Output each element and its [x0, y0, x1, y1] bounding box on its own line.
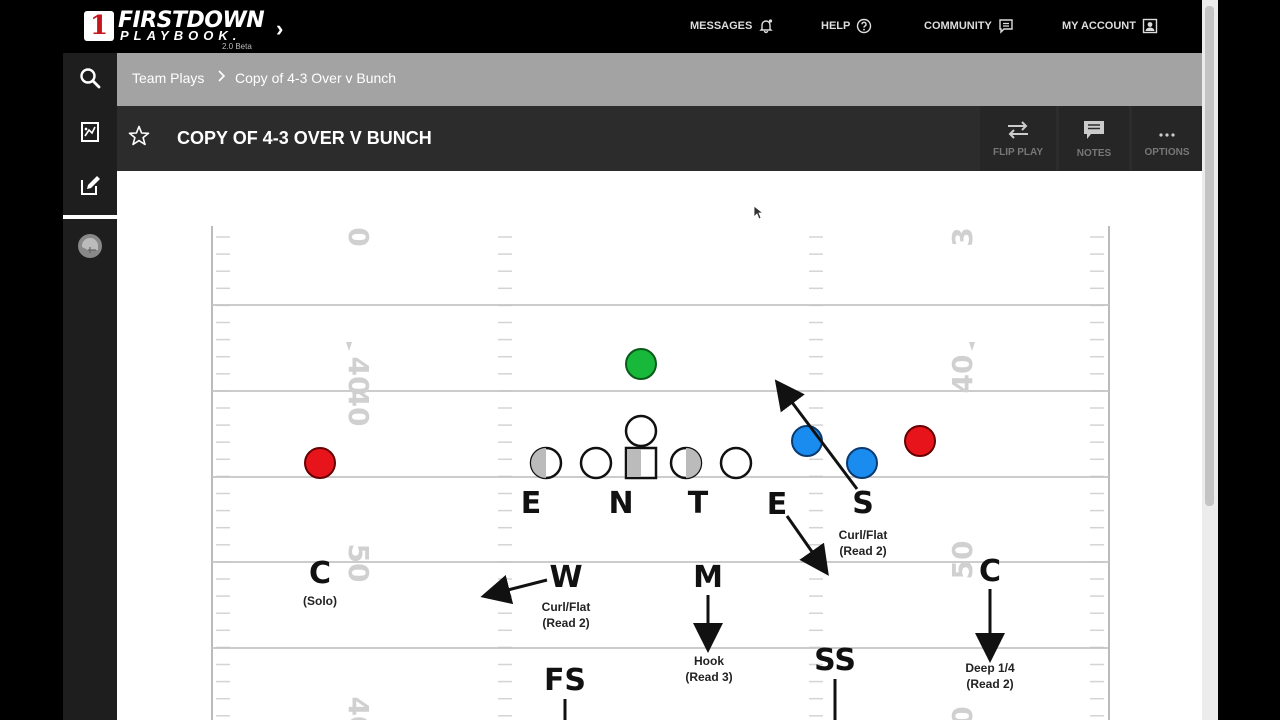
- assignment-note: (Read 2): [839, 544, 886, 558]
- notes-button[interactable]: NOTES: [1059, 106, 1129, 171]
- options-label: OPTIONS: [1144, 146, 1190, 158]
- yard-number: 40: [342, 388, 375, 427]
- mouse-cursor-icon: [754, 206, 764, 220]
- brand-badge: 1: [84, 11, 114, 41]
- player-receiver[interactable]: [304, 447, 336, 479]
- nav-community-label: COMMUNITY: [924, 20, 992, 32]
- assignment-note: (Read 2): [542, 616, 589, 630]
- player-receiver[interactable]: [904, 425, 936, 457]
- football-field[interactable]: 0 3 40 40 40 50 50 40 0 E N T E S C W M …: [117, 171, 1202, 720]
- flip-play-button[interactable]: FLIP PLAY: [980, 106, 1056, 171]
- play-header: COPY OF 4-3 OVER V BUNCH FLIP PLAY NOTES…: [117, 106, 1202, 171]
- chevron-right-icon[interactable]: ›: [276, 16, 283, 42]
- assignment-note: (Read 2): [966, 677, 1013, 691]
- player-back[interactable]: [624, 414, 658, 448]
- sidebar-item-team[interactable]: [63, 221, 117, 275]
- yard-number: 50: [946, 541, 979, 580]
- search-icon: [78, 66, 102, 95]
- page-title: COPY OF 4-3 OVER V BUNCH: [177, 128, 432, 148]
- yard-direction-arrow: [346, 342, 352, 351]
- route-w: [480, 575, 548, 605]
- account-icon: [1142, 18, 1158, 34]
- bell-icon: [758, 18, 774, 34]
- options-button[interactable]: OPTIONS: [1132, 106, 1202, 171]
- yard-direction-arrow: [969, 342, 975, 351]
- edit-icon: [78, 174, 102, 203]
- nav-my-account-label: MY ACCOUNT: [1062, 20, 1136, 32]
- defender-n: N: [608, 486, 633, 521]
- nav-messages[interactable]: MESSAGES: [690, 18, 774, 34]
- sidebar-item-search[interactable]: [63, 53, 117, 107]
- yard-number: 40: [342, 697, 375, 720]
- defender-s: S: [852, 486, 874, 521]
- yard-number: 3: [946, 227, 979, 246]
- sidebar-item-edit[interactable]: [63, 161, 117, 215]
- helmet-icon: [76, 232, 104, 265]
- breadcrumb-current: Copy of 4-3 Over v Bunch: [235, 70, 397, 86]
- brand-word-playbook: PLAYBOOK.: [120, 28, 242, 43]
- nav-messages-label: MESSAGES: [690, 20, 753, 32]
- sidebar: [63, 53, 117, 720]
- nav-community[interactable]: COMMUNITY: [924, 18, 1014, 34]
- player-qb[interactable]: [625, 348, 657, 380]
- defender-m: M: [693, 560, 723, 595]
- defender-e-left: E: [521, 486, 542, 521]
- scrollbar-thumb[interactable]: [1205, 6, 1214, 506]
- chevron-right-icon: [217, 69, 227, 86]
- notes-label: NOTES: [1076, 147, 1112, 159]
- vertical-scrollbar[interactable]: [1202, 0, 1218, 720]
- lineman[interactable]: [719, 446, 753, 480]
- player-receiver[interactable]: [791, 425, 823, 457]
- assignment-note: (Read 3): [685, 670, 732, 684]
- nav-help-label: HELP: [821, 20, 851, 32]
- breadcrumb: Team Plays Copy of 4-3 Over v Bunch: [117, 53, 1202, 106]
- player-receiver[interactable]: [846, 447, 878, 479]
- brand-logo[interactable]: 1 FIRSTDOWN PLAYBOOK. 2.0 Beta ›: [84, 8, 304, 54]
- sidebar-active-indicator: [63, 215, 117, 219]
- nav-help[interactable]: HELP: [821, 18, 872, 34]
- route-e: [785, 515, 829, 576]
- flip-play-label: FLIP PLAY: [992, 146, 1043, 158]
- defender-fs: FS: [544, 663, 586, 698]
- defender-ss: SS: [814, 643, 856, 678]
- breadcrumb-team-plays[interactable]: Team Plays: [132, 70, 204, 86]
- lineman[interactable]: [579, 446, 613, 480]
- center-shade: [627, 449, 641, 477]
- assignment-note: Curl/Flat: [542, 600, 591, 614]
- defender-c-right: C: [979, 554, 1001, 589]
- lineman-shade: [531, 448, 546, 478]
- yard-number: 0: [342, 227, 375, 246]
- yard-number: 40: [946, 355, 979, 394]
- playbook-icon: [78, 120, 102, 149]
- assignment-note: Deep 1/4: [965, 661, 1015, 675]
- defender-e-right: E: [767, 487, 788, 522]
- lineman-shade: [686, 448, 701, 478]
- defender-c-left: C: [309, 556, 331, 591]
- brand-version: 2.0 Beta: [222, 42, 252, 51]
- chat-icon: [998, 18, 1014, 34]
- offensive-line: [529, 446, 753, 480]
- assignment-note: Curl/Flat: [839, 528, 888, 542]
- notes-icon: [1082, 119, 1106, 144]
- sidebar-item-playbook[interactable]: [63, 107, 117, 161]
- more-icon: [1157, 120, 1177, 143]
- help-icon: [856, 18, 872, 34]
- swap-icon: [1005, 120, 1031, 143]
- defender-t: T: [688, 486, 709, 521]
- play-canvas: 0 3 40 40 40 50 50 40 0 E N T E S C W M …: [117, 171, 1202, 720]
- assignment-note: (Solo): [303, 594, 337, 608]
- nav-my-account[interactable]: MY ACCOUNT: [1062, 18, 1158, 34]
- yard-number: 50: [342, 544, 375, 583]
- assignment-note: Hook: [694, 654, 724, 668]
- star-icon[interactable]: [127, 124, 151, 148]
- yard-number: 0: [946, 706, 979, 720]
- top-bar: 1 FIRSTDOWN PLAYBOOK. 2.0 Beta › MESSAGE…: [0, 0, 1202, 53]
- defender-w: W: [549, 560, 582, 595]
